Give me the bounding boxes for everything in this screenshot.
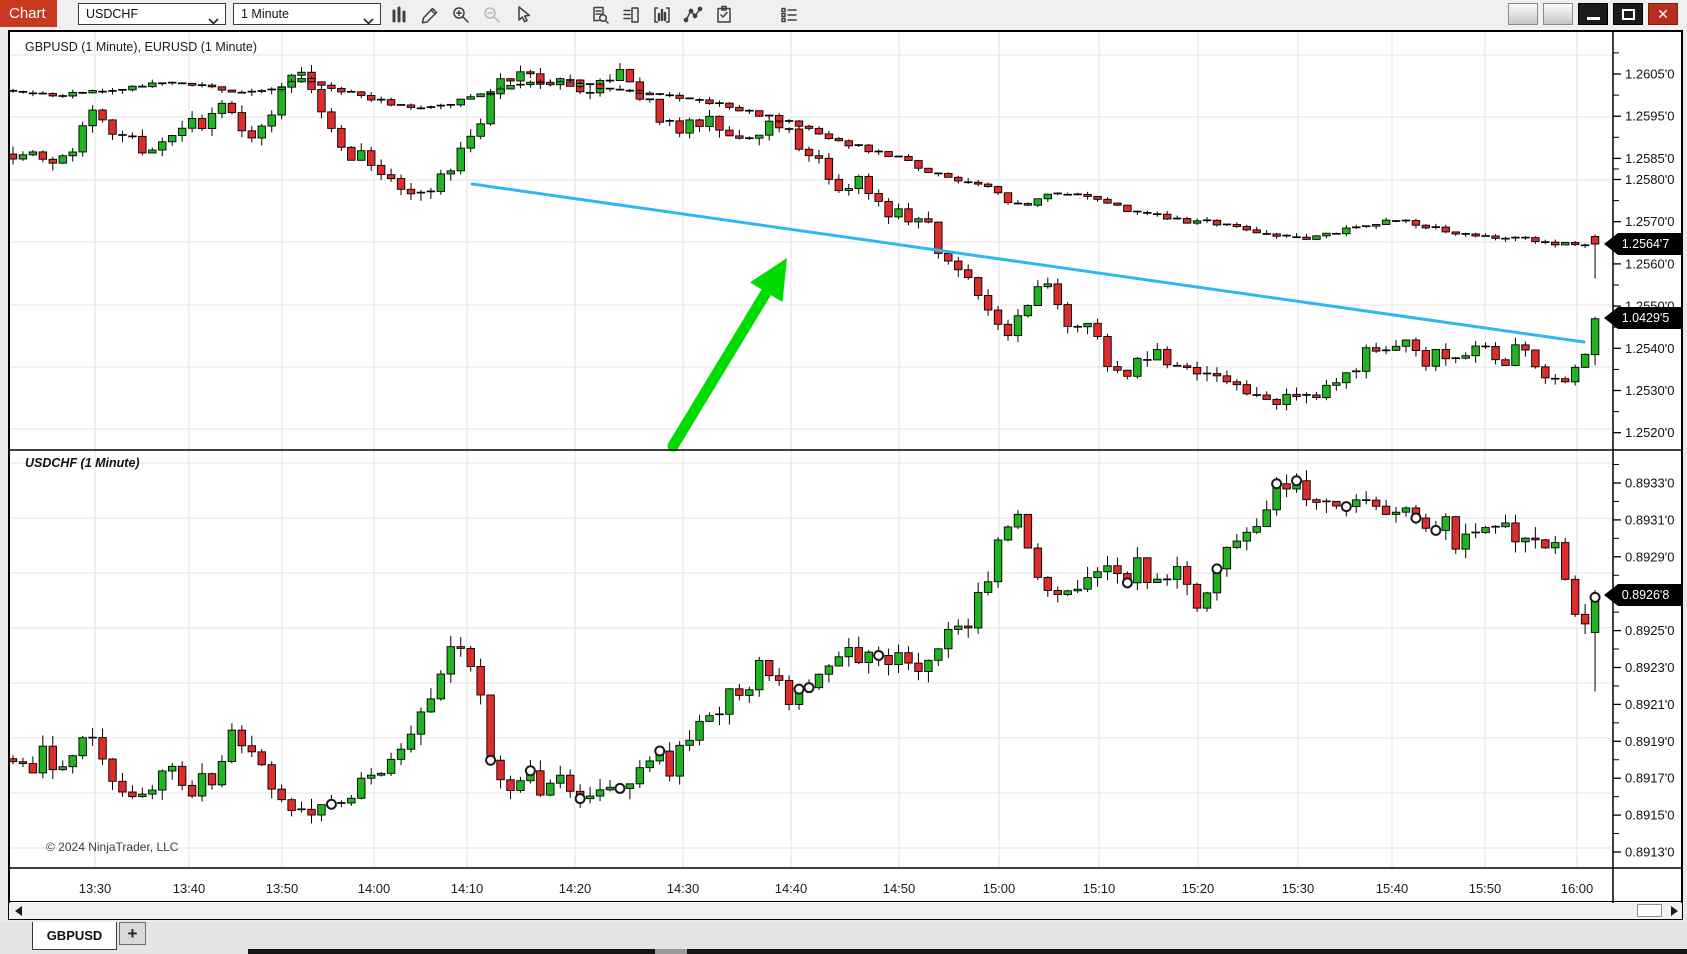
time-axis-label: 13:30 [79, 881, 112, 896]
time-axis-label: 14:30 [667, 881, 700, 896]
price-axis-label: 0.8919'0 [1625, 734, 1674, 749]
price-axis-label: 0.8925'0 [1625, 623, 1674, 638]
price-axis-label: 0.8917'0 [1625, 771, 1674, 786]
price-axis-label: 1.2585'0 [1625, 151, 1674, 166]
price-axis-label: 1.2540'0 [1625, 341, 1674, 356]
price-axis-label: 1.2520'0 [1625, 425, 1674, 440]
add-tab-button[interactable]: + [119, 922, 146, 945]
chart-canvas[interactable]: 1.2605'0 1.2595'0 1.2585'0 1.2580'0 1.2570'0… [0, 0, 1687, 954]
price-axis-label: 1.2570'0 [1625, 214, 1674, 229]
scrollbar-thumb[interactable] [1637, 904, 1662, 917]
tab-gbpusd[interactable]: GBPUSD [32, 922, 117, 950]
price-badge: 0.8926'8 [1604, 584, 1681, 606]
price-axis-label: 1.2595'0 [1625, 109, 1674, 124]
price-axis-label: 0.8931'0 [1625, 512, 1674, 527]
time-axis-label: 15:00 [983, 881, 1016, 896]
price-badge: 1.2564'7 [1604, 233, 1681, 255]
price-axis-label: 0.8923'0 [1625, 660, 1674, 675]
time-axis-label: 15:30 [1282, 881, 1315, 896]
price-axis-label: 1.2605'0 [1625, 67, 1674, 82]
time-axis-label: 14:40 [775, 881, 808, 896]
price-axis-label: 0.8921'0 [1625, 697, 1674, 712]
chart-window: Chart USDCHF 1 Minute [0, 0, 1687, 954]
price-axis-label: 0.8913'0 [1625, 845, 1674, 860]
price-badge: 1.0429'5 [1604, 307, 1681, 329]
time-axis-label: 14:20 [559, 881, 592, 896]
horizontal-scrollbar[interactable] [9, 903, 1682, 919]
time-axis-label: 16:00 [1561, 881, 1594, 896]
time-axis-label: 13:50 [266, 881, 299, 896]
time-axis-label: 15:50 [1469, 881, 1502, 896]
background-window-edge [248, 949, 1687, 954]
price-axis-label: 1.2560'0 [1625, 256, 1674, 271]
price-axis-label: 1.2530'0 [1625, 383, 1674, 398]
time-axis-label: 15:20 [1182, 881, 1215, 896]
panel-title-top: GBPUSD (1 Minute), EURUSD (1 Minute) [25, 40, 257, 54]
time-axis-label: 15:40 [1376, 881, 1409, 896]
price-axis-label: 0.8915'0 [1625, 808, 1674, 823]
time-axis-label: 13:40 [173, 881, 206, 896]
price-axis-label: 0.8929'0 [1625, 549, 1674, 564]
copyright-text: © 2024 NinjaTrader, LLC [46, 840, 178, 854]
time-axis-label: 14:10 [451, 881, 484, 896]
price-axis-label: 1.2580'0 [1625, 172, 1674, 187]
time-axis-label: 15:10 [1083, 881, 1116, 896]
scroll-right-icon[interactable] [1671, 906, 1678, 916]
time-axis-label: 14:00 [358, 881, 391, 896]
background-window-edge-notch [655, 949, 687, 954]
time-axis-label: 14:50 [883, 881, 916, 896]
scroll-left-icon[interactable] [15, 906, 22, 916]
price-axis-label: 0.8933'0 [1625, 476, 1674, 491]
panel-title-bottom: USDCHF (1 Minute) [25, 456, 140, 470]
